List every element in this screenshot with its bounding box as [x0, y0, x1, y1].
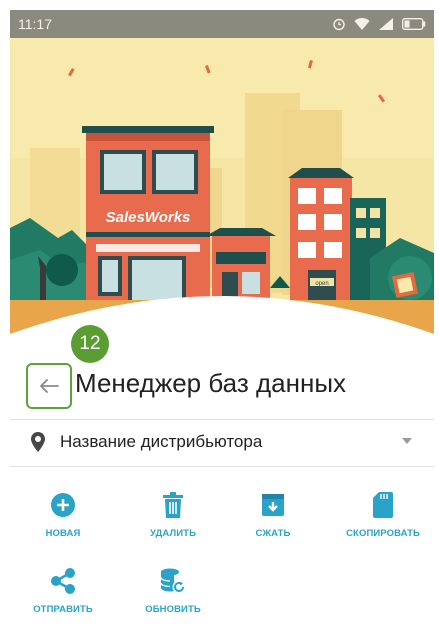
plus-circle-icon [51, 493, 75, 517]
refresh-button-label: ОБНОВИТЬ [145, 604, 201, 615]
wifi-icon [354, 18, 370, 30]
header-illustration: SalesWorks open [10, 38, 434, 338]
chevron-down-icon [402, 438, 412, 444]
trash-icon [163, 492, 183, 518]
divider [10, 466, 434, 467]
open-sign: open [315, 281, 328, 287]
send-button-label: ОТПРАВИТЬ [33, 604, 93, 615]
sd-card-icon [373, 492, 393, 518]
share-icon [51, 568, 75, 594]
page-title: Менеджер баз данных [75, 368, 347, 398]
alarm-icon [333, 18, 345, 31]
copy-button-label: СКОПИРОВАТЬ [346, 528, 420, 539]
compress-button-label: СЖАТЬ [255, 528, 291, 539]
distributor-label: Название дистрибьютора [60, 432, 263, 451]
new-button-label: НОВАЯ [45, 528, 81, 539]
delete-button-label: УДАЛИТЬ [150, 528, 196, 539]
delete-button[interactable]: УДАЛИТЬ [123, 492, 223, 539]
brand-sign: SalesWorks [106, 209, 191, 226]
compress-button[interactable]: СЖАТЬ [223, 492, 323, 539]
status-time: 11:17 [18, 16, 52, 32]
send-button[interactable]: ОТПРАВИТЬ [13, 568, 113, 615]
copy-button[interactable]: СКОПИРОВАТЬ [333, 492, 433, 539]
arrow-left-icon [40, 379, 59, 393]
new-button[interactable]: НОВАЯ [13, 492, 113, 539]
location-pin-icon [31, 432, 45, 452]
step-badge: 12 [71, 325, 109, 363]
back-button[interactable] [26, 363, 72, 409]
distributor-select[interactable]: Название дистрибьютора [10, 420, 434, 464]
signal-icon [379, 18, 393, 30]
archive-down-icon [262, 494, 284, 516]
battery-icon [402, 18, 426, 30]
status-bar: 11:17 [10, 10, 434, 38]
refresh-button[interactable]: ОБНОВИТЬ [123, 568, 223, 615]
database-refresh-icon [160, 568, 186, 594]
